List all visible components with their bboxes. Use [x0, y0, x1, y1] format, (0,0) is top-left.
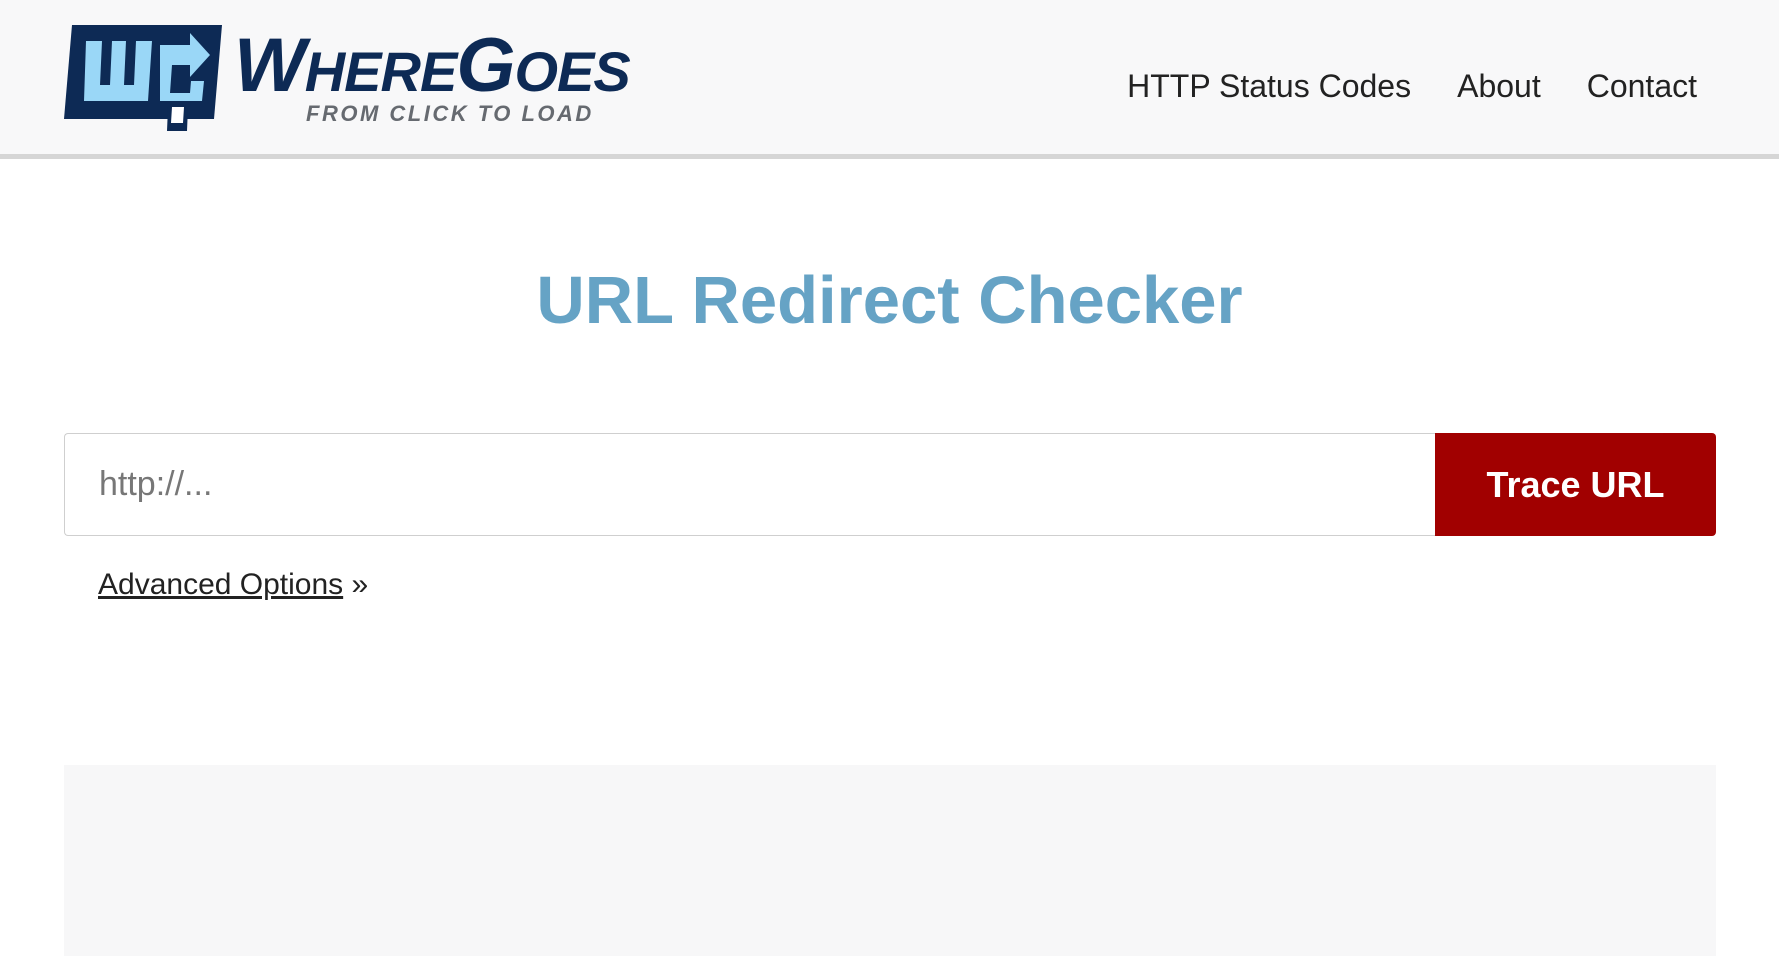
advanced-options-link[interactable]: Advanced Options	[98, 568, 343, 601]
main-nav: HTTP Status Codes About Contact	[1127, 68, 1697, 105]
url-input[interactable]	[64, 433, 1435, 536]
site-logo[interactable]: WHEREGOES FROM CLICK TO LOAD	[64, 23, 631, 133]
wheregoes-logo-icon	[64, 25, 222, 131]
nav-http-status-codes[interactable]: HTTP Status Codes	[1127, 68, 1411, 105]
site-header: WHEREGOES FROM CLICK TO LOAD HTTP Status…	[0, 0, 1779, 159]
trace-url-button[interactable]: Trace URL	[1435, 433, 1716, 536]
nav-contact[interactable]: Contact	[1587, 68, 1697, 105]
nav-about[interactable]: About	[1457, 68, 1541, 105]
page-title: URL Redirect Checker	[536, 263, 1243, 338]
brand-tagline: FROM CLICK TO LOAD	[306, 101, 594, 126]
advanced-options-chevron: »	[343, 568, 369, 601]
results-panel	[64, 765, 1716, 956]
trace-form: Trace URL	[64, 433, 1716, 536]
advanced-options: Advanced Options »	[98, 568, 368, 602]
